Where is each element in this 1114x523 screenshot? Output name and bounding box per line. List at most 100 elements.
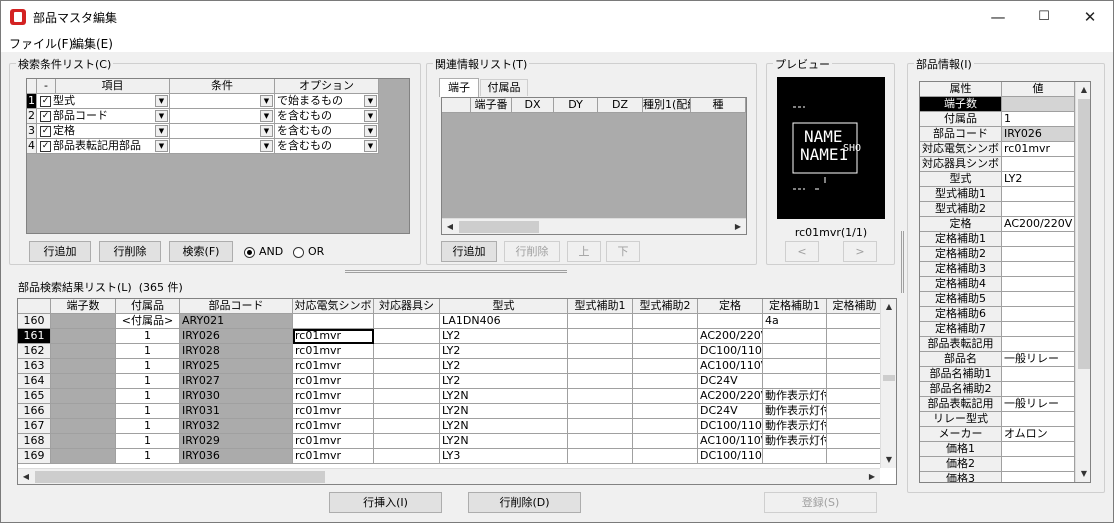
result-cell[interactable]: DC100/110V (698, 449, 763, 464)
result-cell[interactable]: IRY029 (180, 434, 293, 449)
result-cell[interactable]: rc01mvr (293, 449, 374, 464)
scroll-right-icon[interactable]: ▶ (864, 469, 880, 484)
result-cell[interactable] (827, 314, 883, 329)
result-cell[interactable]: rc01mvr (293, 374, 374, 389)
part-info-grid[interactable]: 属性値端子数 付属品 1 部品コード IRY026 対応電気シンボ rc01mvr 対応器具シ… (919, 81, 1091, 483)
result-cell[interactable]: IRY026 (180, 329, 293, 344)
info-value-cell[interactable] (1002, 457, 1075, 472)
condition-item-cell[interactable]: ✓ 型式 ▼ (37, 94, 170, 109)
result-cell[interactable] (374, 389, 440, 404)
result-cell[interactable] (568, 344, 633, 359)
result-grid[interactable]: 端子数 付属品 部品コード 対応電気シンボ 対応器具シ 型式 型式補助1 型式補助2 定格 定格補… (17, 298, 897, 485)
search-button[interactable]: 検索(F) (169, 241, 233, 262)
dropdown-arrow-icon[interactable]: ▼ (364, 110, 377, 122)
condition-option-cell[interactable]: を含むもの ▼ (275, 139, 379, 154)
result-cell[interactable]: AC200/220V (698, 329, 763, 344)
result-cell[interactable] (374, 314, 440, 329)
condition-grid[interactable]: - 項目 条件 オプション 1 ✓ 型式 ▼ ▼ で始まるもの ▼ 2 ✓ 部品コード ▼ ▼ を含むもの ▼ 3 ✓… (26, 78, 410, 234)
result-cell[interactable]: DC100/110V (698, 344, 763, 359)
scrollbar-thumb[interactable] (883, 375, 895, 381)
info-value-cell[interactable] (1002, 247, 1075, 262)
result-cell[interactable] (827, 389, 883, 404)
dropdown-arrow-icon[interactable]: ▼ (364, 140, 377, 152)
result-cell[interactable]: IRY028 (180, 344, 293, 359)
result-cell[interactable] (827, 359, 883, 374)
result-cell[interactable]: rc01mvr (293, 389, 374, 404)
dropdown-arrow-icon[interactable]: ▼ (364, 125, 377, 137)
condition-value-cell[interactable]: ▼ (170, 94, 275, 109)
result-cell[interactable] (374, 449, 440, 464)
result-cell[interactable]: 動作表示灯付 (763, 434, 827, 449)
result-cell[interactable] (827, 449, 883, 464)
menu-edit[interactable]: 編集(E) (72, 35, 113, 52)
info-value-cell[interactable] (1002, 307, 1075, 322)
info-value-cell[interactable]: IRY026 (1002, 127, 1075, 142)
condition-value-cell[interactable]: ▼ (170, 124, 275, 139)
condition-option-cell[interactable]: を含むもの ▼ (275, 109, 379, 124)
scroll-down-icon[interactable]: ▼ (1076, 466, 1090, 482)
result-cell[interactable]: rc01mvr (293, 344, 374, 359)
menu-file[interactable]: ファイル(F) (9, 35, 73, 52)
scrollbar-thumb[interactable] (35, 471, 325, 483)
condition-item-cell[interactable]: ✓ 部品コード ▼ (37, 109, 170, 124)
result-vertical-scrollbar[interactable]: ▲ ▼ (880, 299, 896, 468)
dropdown-arrow-icon[interactable]: ▼ (364, 95, 377, 107)
result-cell[interactable] (51, 344, 116, 359)
scroll-left-icon[interactable]: ◀ (18, 469, 34, 484)
result-cell[interactable]: DC100/110V (698, 419, 763, 434)
result-cell[interactable] (374, 359, 440, 374)
result-cell[interactable]: IRY027 (180, 374, 293, 389)
result-cell[interactable]: rc01mvr (293, 434, 374, 449)
result-cell[interactable] (568, 359, 633, 374)
info-value-cell[interactable] (1002, 232, 1075, 247)
related-delete-row-button[interactable]: 行削除 (504, 241, 560, 262)
result-cell[interactable]: AC100/110V (698, 434, 763, 449)
result-cell[interactable]: <付属品> (116, 314, 180, 329)
result-cell[interactable] (374, 404, 440, 419)
result-cell[interactable]: 1 (116, 389, 180, 404)
result-cell[interactable] (827, 344, 883, 359)
result-cell[interactable] (827, 374, 883, 389)
vertical-splitter[interactable] (901, 231, 904, 293)
info-value-cell[interactable] (1002, 292, 1075, 307)
minimize-button[interactable]: — (975, 1, 1021, 33)
preview-prev-button[interactable]: < (785, 241, 819, 262)
info-value-cell[interactable] (1002, 367, 1075, 382)
result-cell[interactable] (633, 344, 698, 359)
scrollbar-thumb[interactable] (1078, 99, 1090, 369)
condition-option-cell[interactable]: を含むもの ▼ (275, 124, 379, 139)
info-value-cell[interactable]: AC200/220V (1002, 217, 1075, 232)
result-cell[interactable]: 動作表示灯付 (763, 419, 827, 434)
result-cell[interactable] (568, 389, 633, 404)
result-cell[interactable] (51, 329, 116, 344)
delete-row-button[interactable]: 行削除(D) (468, 492, 581, 513)
result-cell[interactable] (827, 329, 883, 344)
info-value-cell[interactable] (1002, 187, 1075, 202)
result-cell[interactable]: LA1DN406 (440, 314, 568, 329)
result-cell[interactable] (374, 329, 440, 344)
result-cell[interactable] (51, 374, 116, 389)
result-cell[interactable]: IRY025 (180, 359, 293, 374)
condition-value-cell[interactable]: ▼ (170, 139, 275, 154)
and-radio[interactable]: AND (244, 245, 283, 258)
result-cell[interactable]: IRY031 (180, 404, 293, 419)
result-cell[interactable]: 1 (116, 329, 180, 344)
move-up-button[interactable]: 上 (567, 241, 601, 262)
scroll-right-icon[interactable]: ▶ (730, 219, 746, 234)
result-cell[interactable] (568, 329, 633, 344)
result-cell[interactable]: 1 (116, 419, 180, 434)
enable-checkbox[interactable]: ✓ (40, 140, 51, 152)
result-cell[interactable]: IRY030 (180, 389, 293, 404)
info-value-cell[interactable]: 一般リレー (1002, 397, 1075, 412)
result-cell[interactable]: LY3 (440, 449, 568, 464)
result-cell[interactable]: rc01mvr (293, 359, 374, 374)
result-cell[interactable] (763, 374, 827, 389)
info-value-cell[interactable]: 一般リレー (1002, 352, 1075, 367)
result-cell[interactable]: LY2N (440, 419, 568, 434)
info-value-cell[interactable] (1002, 337, 1075, 352)
tab-terminal[interactable]: 端子 (439, 78, 479, 97)
result-cell[interactable]: 1 (116, 374, 180, 389)
result-cell[interactable] (633, 389, 698, 404)
dropdown-arrow-icon[interactable]: ▼ (260, 125, 273, 137)
dropdown-arrow-icon[interactable]: ▼ (155, 95, 168, 107)
